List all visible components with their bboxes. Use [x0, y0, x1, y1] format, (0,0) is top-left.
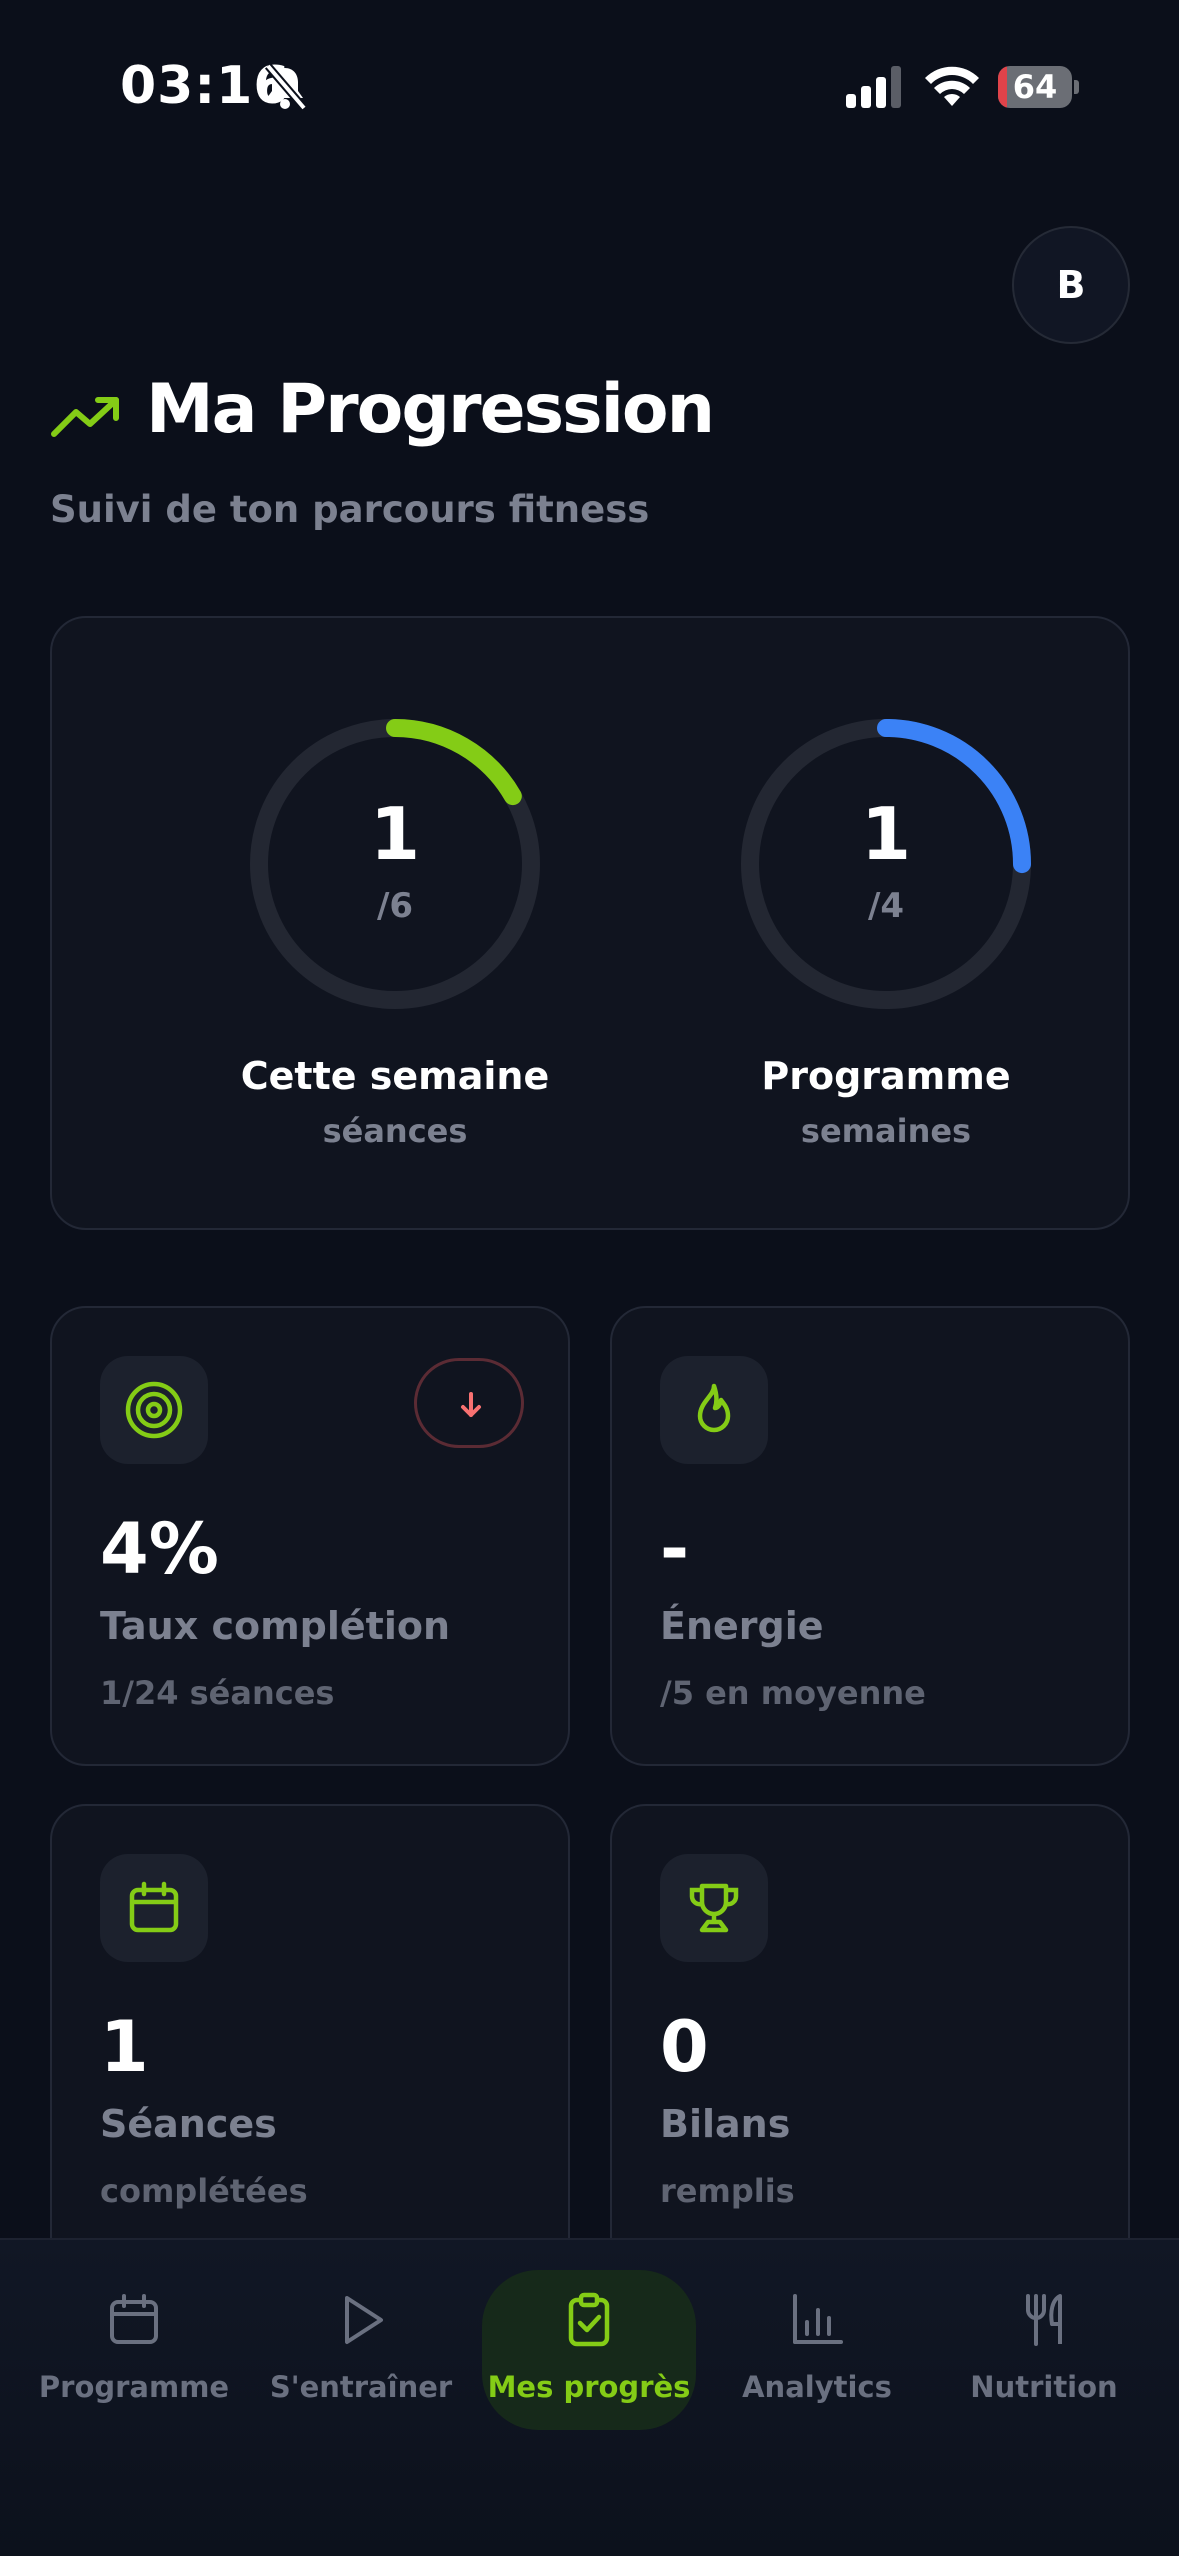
stat-title: Taux complétion	[100, 1604, 451, 1648]
ring-total: /6	[376, 886, 414, 926]
trophy-icon	[689, 1883, 739, 1933]
nav-item-analytics[interactable]: Analytics	[710, 2270, 924, 2430]
nav-label: S'entraîner	[269, 2370, 453, 2404]
stat-icon-container	[660, 1356, 768, 1464]
sessions-card[interactable]: 1 Séances complétées	[50, 1804, 570, 2304]
nav-label: Mes progrès	[487, 2370, 691, 2404]
ring-label: Cette semaine	[240, 1054, 550, 1098]
ring-value: 1	[860, 792, 912, 876]
completion-rate-card[interactable]: 4% Taux complétion 1/24 séances	[50, 1306, 570, 1766]
avatar[interactable]: B	[1012, 226, 1130, 344]
stat-value: 1	[100, 2006, 149, 2088]
wifi-icon	[925, 66, 979, 106]
progress-rings-card: 1 /6 Cette semaine séances 1 /4 Programm…	[50, 616, 1130, 1230]
trend-down-badge	[414, 1358, 524, 1448]
nav-label: Programme	[38, 2370, 230, 2404]
ring-sublabel: semaines	[800, 1112, 972, 1150]
target-icon	[125, 1381, 183, 1439]
stat-subtitle: /5 en moyenne	[660, 1674, 926, 1712]
bell-slash-icon	[264, 63, 308, 111]
ring-total: /4	[867, 886, 905, 926]
nav-item-programme[interactable]: Programme	[27, 2270, 241, 2430]
utensils-icon	[1026, 2294, 1062, 2346]
nav-item-progress[interactable]: Mes progrès	[482, 2270, 696, 2430]
assessments-card[interactable]: 0 Bilans remplis	[610, 1804, 1130, 2304]
stat-value: 4%	[100, 1508, 219, 1590]
status-bar: 03:16 64	[0, 0, 1179, 170]
stat-title: Énergie	[660, 1604, 824, 1648]
stat-subtitle: 1/24 séances	[100, 1674, 335, 1712]
calendar-icon	[129, 1881, 179, 1933]
stat-value: 0	[660, 2006, 709, 2088]
stat-subtitle: remplis	[660, 2172, 795, 2210]
arrow-down-icon	[461, 1392, 481, 1417]
stat-icon-container	[660, 1854, 768, 1962]
play-icon	[345, 2296, 383, 2344]
ring-value: 1	[369, 792, 421, 876]
bottom-navigation: Programme S'entraîner Mes progrès Analyt…	[0, 2238, 1179, 2556]
nav-item-train[interactable]: S'entraîner	[254, 2270, 468, 2430]
ring-sublabel: séances	[322, 1112, 468, 1150]
stat-value: -	[660, 1508, 690, 1590]
weekly-sessions-ring: 1 /6 Cette semaine séances	[205, 714, 585, 1174]
stat-title: Séances	[100, 2102, 277, 2146]
calendar-icon	[110, 2294, 158, 2344]
page-subtitle: Suivi de ton parcours fitness	[50, 488, 650, 531]
stat-icon-container	[100, 1854, 208, 1962]
ring-label: Programme	[761, 1054, 1011, 1098]
bar-chart-icon	[793, 2294, 843, 2344]
nav-label: Nutrition	[970, 2370, 1118, 2404]
flame-icon	[697, 1383, 731, 1433]
clipboard-check-icon	[568, 2292, 610, 2347]
battery-charging-icon: 64	[998, 66, 1079, 108]
program-weeks-ring: 1 /4 Programme semaines	[696, 714, 1076, 1174]
nav-label: Analytics	[742, 2370, 892, 2404]
signal-icon	[846, 66, 901, 108]
trending-up-icon	[51, 397, 119, 437]
stat-icon-container	[100, 1356, 208, 1464]
battery-percentage: 64	[1012, 68, 1058, 106]
stat-subtitle: complétées	[100, 2172, 308, 2210]
energy-card[interactable]: - Énergie /5 en moyenne	[610, 1306, 1130, 1766]
stat-title: Bilans	[660, 2102, 791, 2146]
nav-item-nutrition[interactable]: Nutrition	[937, 2270, 1151, 2430]
page-title: Ma Progression	[146, 370, 715, 449]
